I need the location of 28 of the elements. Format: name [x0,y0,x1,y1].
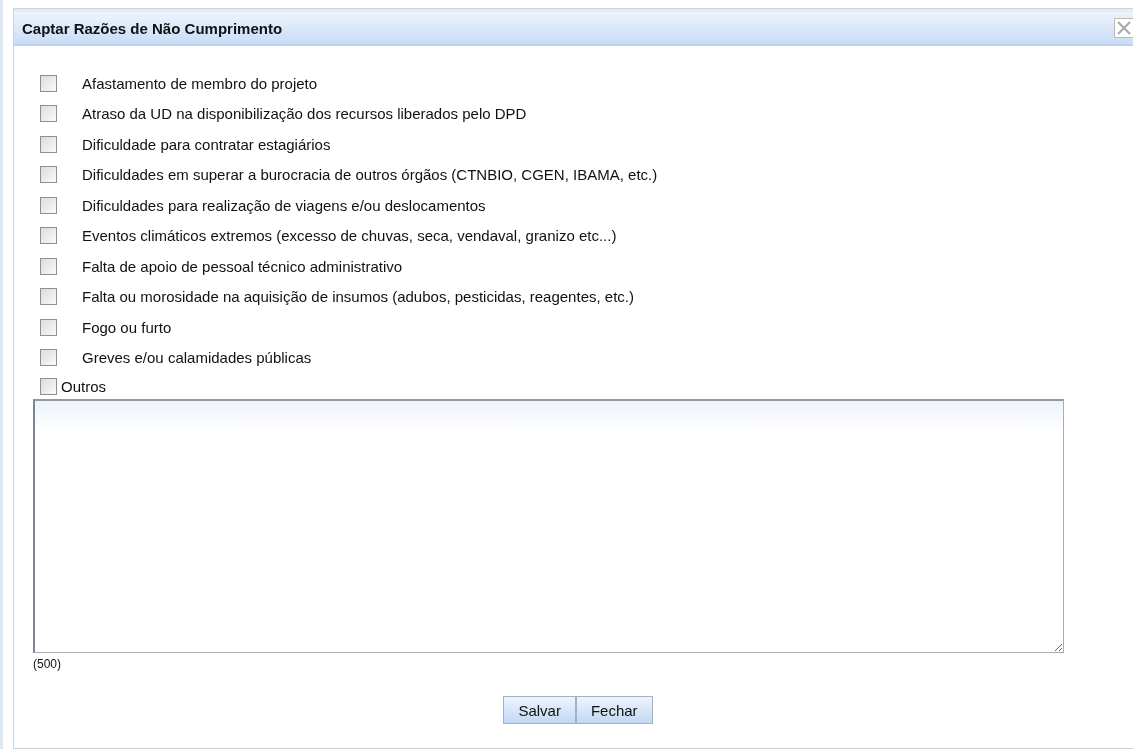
reason-label: Atraso da UD na disponibilização dos recursos liberados pelo DPD [82,105,527,123]
close-icon [1116,20,1132,36]
dialog-title: Captar Razões de Não Cumprimento [22,19,283,37]
checkbox[interactable] [40,227,57,245]
reason-label: Fogo ou furto [82,318,172,336]
reason-label: Dificuldades em superar a burocracia de outros órgãos (CTNBIO, CGEN, IBAMA, etc.) [82,166,658,184]
checkbox[interactable] [40,74,57,92]
checkbox[interactable] [40,318,57,336]
checkbox[interactable] [40,257,57,275]
reason-label: Dificuldades para realização de viagens e/ou deslocamentos [82,196,486,214]
reason-label: Falta de apoio de pessoal técnico administrativo [82,257,403,275]
reason-label: Greves e/ou calamidades públicas [82,349,312,367]
checkbox[interactable] [40,377,57,395]
close-button[interactable] [1114,18,1133,38]
checkbox[interactable] [40,349,57,367]
checkbox[interactable] [40,166,57,184]
dialog-button[interactable]: Fechar [575,696,653,724]
character-limit: (500) [33,657,62,671]
reason-label: Dificuldade para contratar estagiários [82,135,331,153]
checkbox[interactable] [40,105,57,123]
other-label: Outros [61,377,106,395]
dialog-button[interactable]: Salvar [503,696,576,724]
checkbox[interactable] [40,135,57,153]
checkbox[interactable] [40,288,57,306]
reason-label: Falta ou morosidade na aquisição de insumos (adubos, pesticidas, reagentes, etc.) [82,288,634,306]
checkbox[interactable] [40,196,57,214]
reason-label: Eventos climáticos extremos (excesso de chuvas, seca, vendaval, granizo etc...) [82,227,617,245]
reason-label: Afastamento de membro do projeto [82,74,318,92]
